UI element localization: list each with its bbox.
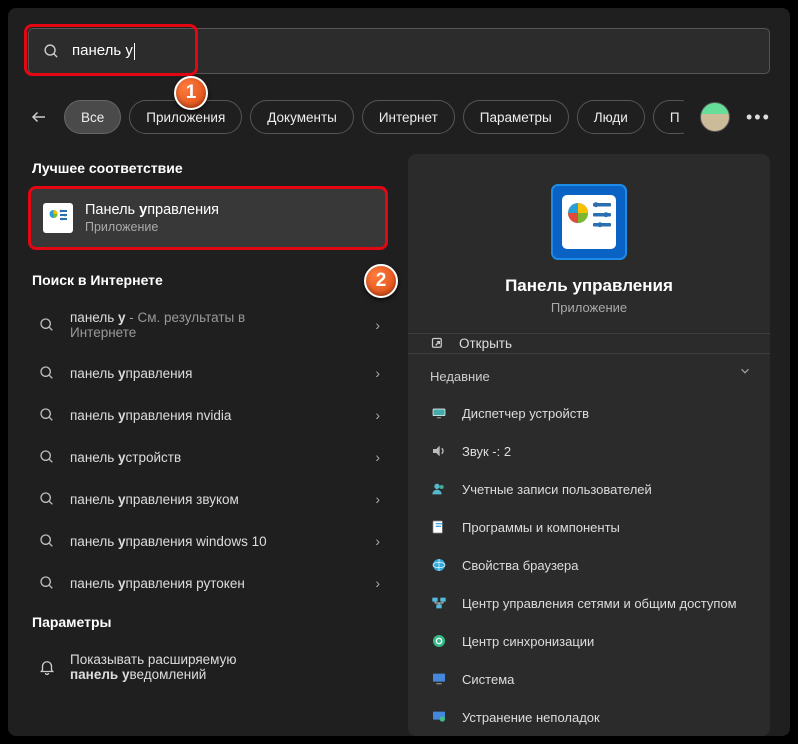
chevron-right-icon: › [375,533,380,549]
search-icon [38,364,56,382]
preview-pane: Панель управления Приложение Открыть Нед… [408,154,770,736]
web-result-text: панель управления windows 10 [70,534,361,549]
web-result[interactable]: панель управления звуком › [28,478,388,520]
preview-subtitle: Приложение [551,300,627,315]
recent-item[interactable]: Диспетчер устройств [416,394,762,432]
tab-people[interactable]: Люди [577,100,645,134]
user-avatar[interactable] [700,102,730,132]
recent-item[interactable]: Центр управления сетями и общим доступом [416,584,762,622]
chevron-right-icon: › [375,491,380,507]
section-web: Поиск в Интернете [32,272,388,288]
recent-item[interactable]: Программы и компоненты [416,508,762,546]
search-input[interactable]: панель у [72,42,135,60]
chevron-down-icon[interactable] [738,364,752,378]
chevron-right-icon: › [375,407,380,423]
search-icon [43,43,60,60]
back-button[interactable] [28,106,50,128]
web-result[interactable]: панель управления windows 10 › [28,520,388,562]
recent-list: Диспетчер устройств Звук -: 2 Учетные за… [408,394,770,736]
search-wrap: панель у [28,28,770,74]
recent-header: Недавние [408,353,770,394]
section-best-match: Лучшее соответствие [32,160,388,176]
search-icon [38,574,56,592]
web-result-text: панель управления рутокен [70,576,361,591]
search-panel: панель у 1 Все Приложения Документы Инте… [6,6,792,738]
filter-tabs: Все Приложения Документы Интернет Параме… [64,100,684,134]
chevron-right-icon: › [375,317,380,333]
recent-item[interactable]: Устранение неполадок [416,698,762,736]
filter-row: Все Приложения Документы Интернет Параме… [28,100,770,134]
open-action[interactable]: Открыть [408,333,770,352]
web-result[interactable]: панель у - См. результаты вИнтернете › [28,298,388,352]
system-icon [430,670,448,688]
chevron-right-icon: › [375,365,380,381]
web-result[interactable]: панель управления nvidia › [28,394,388,436]
recent-item[interactable]: Система [416,660,762,698]
control-panel-icon [43,203,73,233]
recent-item[interactable]: Учетные записи пользователей [416,470,762,508]
preview-title: Панель управления [505,276,673,296]
web-result-text: панель управления звуком [70,492,361,507]
chevron-right-icon: › [375,575,380,591]
results-column: Лучшее соответствие Панель управления Пр… [28,154,388,736]
device-manager-icon [430,404,448,422]
web-results: панель у - См. результаты вИнтернете › п… [28,298,388,604]
search-icon [38,448,56,466]
web-result-text: панель у - См. результаты вИнтернете [70,310,361,340]
web-result[interactable]: панель управления рутокен › [28,562,388,604]
search-box[interactable]: панель у [28,28,770,74]
tab-settings[interactable]: Параметры [463,100,569,134]
more-icon[interactable]: ••• [746,107,770,128]
web-result-text: панель устройств [70,450,361,465]
web-result-text: панель управления nvidia [70,408,361,423]
chevron-right-icon: › [375,449,380,465]
annotation-badge-2: 2 [364,264,398,298]
tab-internet[interactable]: Интернет [362,100,455,134]
settings-result[interactable]: Показывать расширяемую панель уведомлени… [28,640,388,694]
search-icon [38,406,56,424]
troubleshoot-icon [430,708,448,726]
open-icon [430,336,445,351]
sound-icon [430,442,448,460]
search-icon [38,532,56,550]
web-result[interactable]: панель устройств › [28,436,388,478]
browser-icon [430,556,448,574]
search-icon [38,490,56,508]
tab-overflow[interactable]: П [653,100,684,134]
recent-item[interactable]: Свойства браузера [416,546,762,584]
settings-result-text: Показывать расширяемую панель уведомлени… [70,652,236,682]
users-icon [430,480,448,498]
web-result[interactable]: панель управления › [28,352,388,394]
tab-all[interactable]: Все [64,100,121,134]
web-result-text: панель управления [70,366,361,381]
recent-item[interactable]: Звук -: 2 [416,432,762,470]
recent-item[interactable]: Центр синхронизации [416,622,762,660]
bell-icon [38,658,56,676]
tab-docs[interactable]: Документы [250,100,354,134]
best-match-title: Панель управления [85,202,219,218]
search-icon [38,316,56,334]
best-match-item[interactable]: Панель управления Приложение [28,186,388,250]
open-label: Открыть [459,336,512,351]
programs-icon [430,518,448,536]
best-match-subtitle: Приложение [85,220,219,234]
sync-icon [430,632,448,650]
section-settings: Параметры [32,614,388,630]
preview-app-icon [551,184,627,260]
annotation-badge-1: 1 [174,76,208,110]
network-icon [430,594,448,612]
